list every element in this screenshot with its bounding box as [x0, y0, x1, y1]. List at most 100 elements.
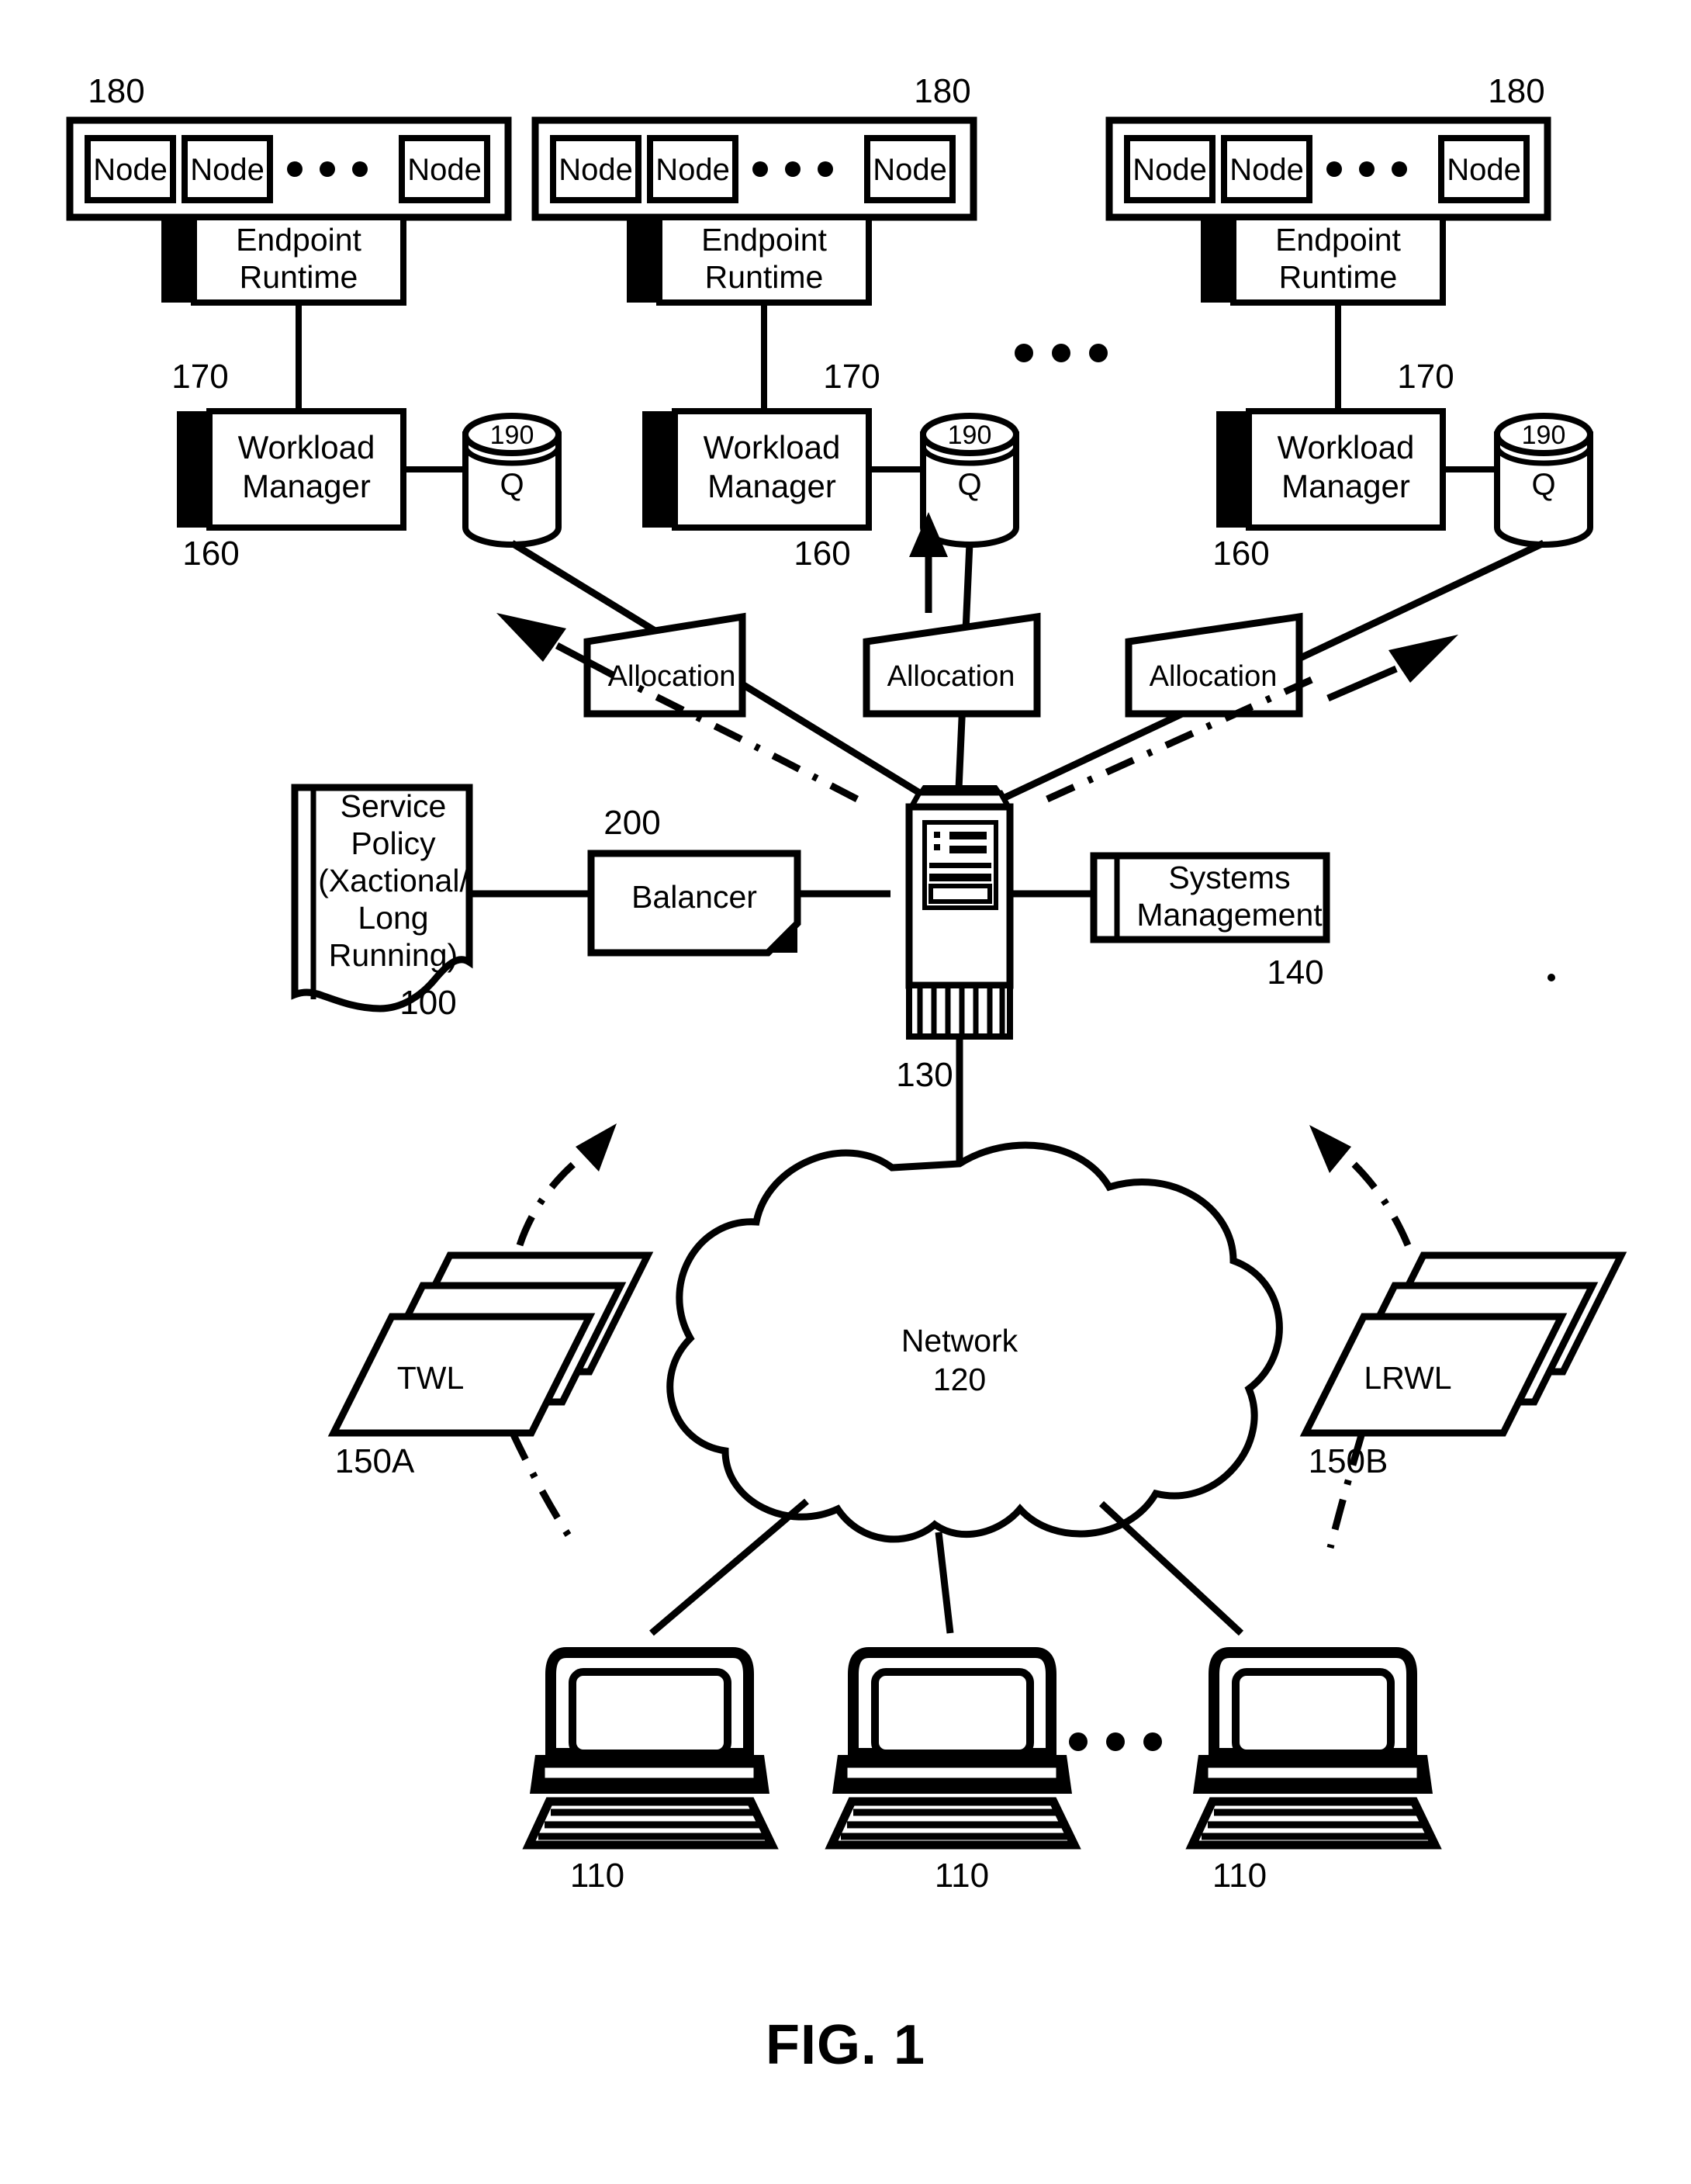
ellipsis-dot-icon — [1106, 1732, 1125, 1751]
network-label: 120 — [933, 1362, 986, 1397]
ref-label-110: 110 — [570, 1857, 624, 1895]
allocation-label: Allocation — [608, 660, 736, 693]
lrwl-label: LRWL — [1364, 1360, 1451, 1396]
ref-label-160: 160 — [794, 535, 850, 573]
workload-manager-label: Workload — [1278, 429, 1415, 466]
server-tower — [905, 785, 1014, 1040]
balancer-label: Balancer — [631, 879, 757, 915]
connector-shadow — [1201, 217, 1233, 303]
client-computer-3 — [1185, 1647, 1442, 1850]
service-policy-line: Long — [358, 900, 428, 936]
lrwl-stack — [1299, 1251, 1627, 1437]
queue-label: Q — [1531, 468, 1555, 502]
cluster-ellipsis — [1015, 344, 1108, 362]
workload-manager-label: Manager — [1281, 468, 1410, 504]
ellipsis-dot-icon — [1143, 1732, 1162, 1751]
manager-shadow — [642, 411, 675, 528]
allocation-label: Allocation — [887, 660, 1015, 693]
endpoint-runtime-label: Runtime — [1279, 259, 1398, 295]
ref-label-160: 160 — [1212, 535, 1269, 573]
twl-label: TWL — [397, 1360, 465, 1396]
systems-management-label: Management — [1136, 897, 1323, 933]
ellipsis-dot-icon — [320, 161, 335, 177]
link-network-to-client-3 — [1098, 1500, 1244, 1636]
ref-label-200: 200 — [603, 804, 660, 842]
ref-label-180: 180 — [88, 72, 144, 110]
client-computer-1 — [522, 1647, 779, 1850]
ellipsis-dot-icon — [1089, 344, 1108, 362]
service-policy-line: (Xactional/ — [318, 863, 469, 898]
ref-label-110: 110 — [1212, 1857, 1267, 1895]
ellipsis-dot-icon — [1392, 161, 1407, 177]
ref-label-140: 140 — [1267, 954, 1323, 992]
twl-lower-dashdot — [508, 1430, 577, 1546]
workload-manager-label: Manager — [242, 468, 371, 504]
node-label: Node — [1133, 153, 1207, 187]
node-label: Node — [190, 153, 265, 187]
ref-label-160: 160 — [182, 535, 239, 573]
allocation-label: Allocation — [1150, 660, 1278, 693]
client-ellipsis — [1069, 1732, 1162, 1751]
client-computer-2 — [825, 1647, 1081, 1850]
ellipsis-dot-icon — [1052, 344, 1070, 362]
endpoint-runtime-label: Runtime — [240, 259, 358, 295]
ref-label-190: 190 — [1522, 421, 1566, 450]
ellipsis-dot-icon — [352, 161, 368, 177]
node-label: Node — [1447, 153, 1521, 187]
node-label: Node — [558, 153, 633, 187]
twl-flow-arrow — [516, 1123, 617, 1247]
ellipsis-dot-icon — [1359, 161, 1375, 177]
connector-shadow — [627, 217, 659, 303]
service-policy-line: Running) — [329, 937, 458, 973]
node-label: Node — [873, 153, 947, 187]
workload-manager-label: Workload — [704, 429, 841, 466]
scan-speck — [1547, 974, 1555, 981]
ref-label-190: 190 — [948, 421, 992, 450]
ellipsis-dot-icon — [818, 161, 833, 177]
ref-label-190: 190 — [490, 421, 534, 450]
ref-label-170: 170 — [171, 358, 228, 396]
lrwl-flow-arrow — [1309, 1125, 1412, 1247]
node-label: Node — [93, 153, 168, 187]
patent-figure: Node Node Node 180 Endpoint Runtime 170 … — [0, 0, 1691, 2184]
ref-label-180: 180 — [914, 72, 970, 110]
ref-label-180: 180 — [1488, 72, 1544, 110]
queue-label: Q — [500, 468, 524, 502]
systems-management-label: Systems — [1168, 860, 1290, 895]
ref-label-170: 170 — [823, 358, 880, 396]
node-label: Node — [1229, 153, 1304, 187]
ref-label-100: 100 — [399, 984, 456, 1022]
ellipsis-dot-icon — [752, 161, 768, 177]
scan-speck — [641, 253, 647, 259]
manager-shadow — [177, 411, 209, 528]
manager-shadow — [1216, 411, 1249, 528]
queue-label: Q — [957, 468, 981, 502]
ref-label-110: 110 — [935, 1857, 989, 1895]
network-label: Network — [901, 1323, 1018, 1359]
ellipsis-dot-icon — [785, 161, 801, 177]
endpoint-runtime-label: Endpoint — [701, 222, 827, 258]
node-label: Node — [407, 153, 482, 187]
endpoint-runtime-label: Endpoint — [236, 222, 361, 258]
ref-label-150B: 150B — [1309, 1442, 1388, 1480]
figure-canvas: Node Node Node 180 Endpoint Runtime 170 … — [66, 72, 1627, 2076]
ellipsis-dot-icon — [287, 161, 303, 177]
workload-manager-label: Manager — [707, 468, 836, 504]
connector-shadow — [161, 217, 194, 303]
service-policy-line: Service — [341, 788, 447, 824]
link-network-to-client-2 — [935, 1532, 954, 1634]
workload-manager-label: Workload — [238, 429, 375, 466]
node-label: Node — [655, 153, 730, 187]
link-network-to-client-1 — [649, 1498, 809, 1636]
figure-caption: FIG. 1 — [766, 2014, 925, 2076]
ref-label-150A: 150A — [335, 1442, 415, 1480]
service-policy-line: Policy — [351, 825, 436, 861]
twl-stack — [327, 1251, 654, 1437]
endpoint-runtime-label: Runtime — [705, 259, 824, 295]
ref-label-130: 130 — [896, 1056, 953, 1094]
ellipsis-dot-icon — [1069, 1732, 1088, 1751]
ref-label-170: 170 — [1397, 358, 1454, 396]
ellipsis-dot-icon — [1015, 344, 1033, 362]
endpoint-runtime-label: Endpoint — [1275, 222, 1401, 258]
ellipsis-dot-icon — [1326, 161, 1342, 177]
